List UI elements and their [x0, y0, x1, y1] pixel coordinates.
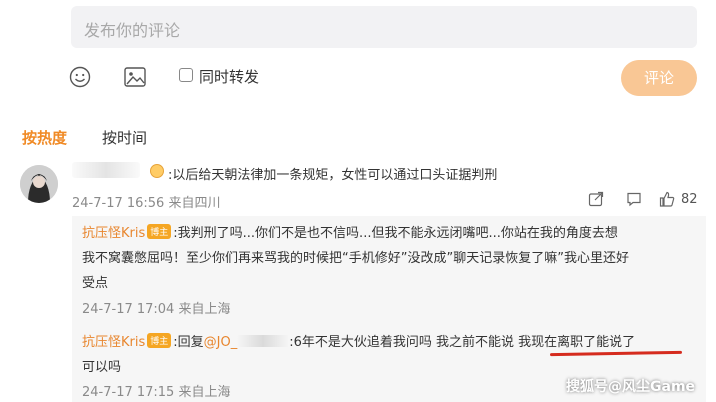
reply-text: :6年不是大伙追着我问吗 我之前不能说 我现在离职了能说了 — [289, 335, 636, 350]
mention-link[interactable]: @JO_ — [204, 335, 238, 350]
reply-prefix: :回复 — [173, 335, 204, 350]
comment-icon[interactable] — [626, 191, 642, 207]
author-badge: 博主 — [147, 224, 172, 239]
avatar-image — [20, 165, 58, 203]
like-icon[interactable] — [659, 191, 675, 207]
watermark: 搜狐号@风尘Game — [566, 379, 696, 395]
comment-input[interactable]: 发布你的评论 — [71, 6, 697, 48]
avatar[interactable] — [20, 165, 58, 203]
tab-sort-hot[interactable]: 按热度 — [22, 127, 67, 148]
main-comment-meta: 24-7-17 16:56 来自四川 — [72, 196, 221, 211]
main-comment-text: :以后给天朝法律加一条规矩，女性可以通过口头证据判刑 — [168, 168, 498, 183]
reply-1-line-2: 我不窝囊憋屈吗！至少你们再来骂我的时候把“手机修好”没改成”聊天记录恢复了嘛”我… — [82, 251, 629, 266]
user-badge-icon — [150, 164, 164, 178]
reply-author-name[interactable]: 抗压怪Kris — [82, 335, 145, 350]
repost-label: 同时转发 — [199, 68, 260, 86]
image-icon[interactable] — [124, 67, 146, 87]
censored-username — [72, 162, 140, 178]
emoji-icon[interactable] — [69, 66, 91, 88]
reply-2-meta: 24-7-17 17:15 来自上海 — [82, 385, 231, 400]
reply-text: :我判刑了吗...你们不是也不信吗...但我不能永远闭嘴吧...你站在我的角度去… — [173, 226, 618, 241]
repost-checkbox[interactable] — [179, 68, 193, 82]
censored-mention — [237, 335, 290, 347]
reply-author-name[interactable]: 抗压怪Kris — [82, 226, 145, 241]
reply-1-line-1: 抗压怪Kris 博主:我判刑了吗...你们不是也不信吗...但我不能永远闭嘴吧..… — [82, 222, 618, 241]
tab-sort-time[interactable]: 按时间 — [102, 127, 147, 148]
author-badge: 博主 — [147, 333, 172, 348]
reply-2-line-1: 抗压怪Kris 博主:回复@JO_ :6年不是大伙追着我问吗 我之前不能说 我现在离… — [82, 331, 635, 350]
reply-1-line-3: 受点 — [82, 276, 109, 291]
share-icon[interactable] — [588, 191, 604, 207]
reply-1-meta: 24-7-17 17:04 来自上海 — [82, 302, 231, 317]
comment-input-placeholder: 发布你的评论 — [84, 21, 181, 40]
submit-comment-button[interactable]: 评论 — [621, 60, 697, 96]
reply-2-line-2: 可以吗 — [82, 360, 122, 375]
like-count: 82 — [681, 192, 698, 207]
